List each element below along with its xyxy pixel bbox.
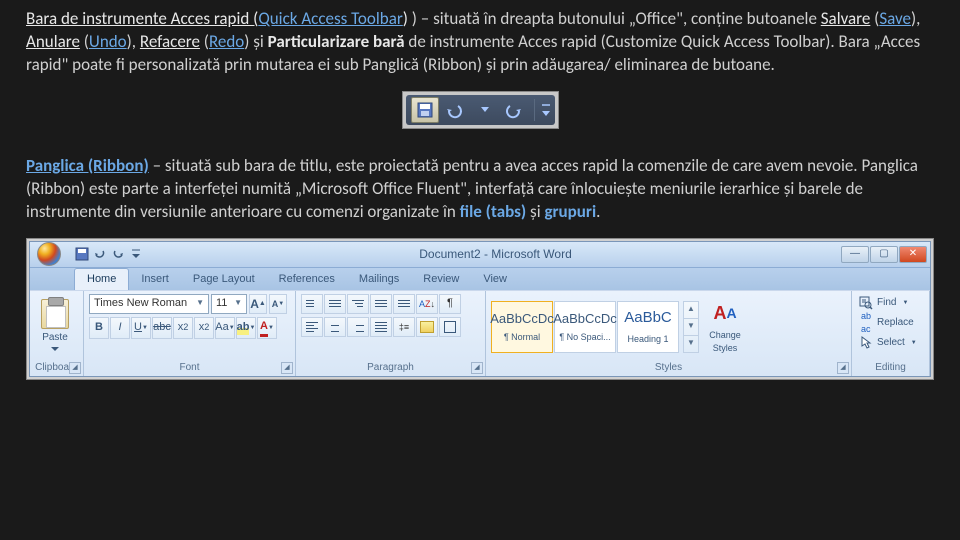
align-center-button[interactable] [324,317,346,337]
mini-undo-icon[interactable] [92,246,108,262]
subscript-button[interactable]: x2 [173,317,193,339]
paste-icon [41,299,69,329]
group-font: Times New Roman▼ 11▼ A▲ A▼ B I U▼ abc x2… [84,291,296,376]
select-icon [859,336,873,350]
borders-button[interactable] [439,317,461,337]
minimize-button[interactable]: — [841,246,869,263]
shading-button[interactable] [416,317,438,337]
chevron-down-icon [51,347,59,352]
font-size-combo[interactable]: 11▼ [211,294,247,314]
sort-button[interactable]: AZ↓ [416,294,438,314]
font-color-button[interactable]: A▼ [257,317,277,339]
style-normal[interactable]: AaBbCcDc¶ Normal [491,301,553,353]
paragraph-dialog-launcher[interactable]: ◢ [471,362,483,374]
change-case-button[interactable]: Aa▼ [215,317,235,339]
close-button[interactable]: ✕ [899,246,927,263]
underline-button[interactable]: U▼ [131,317,151,339]
change-styles-button[interactable]: AA Change Styles [703,299,747,353]
align-left-button[interactable] [301,317,323,337]
grow-font-button[interactable]: A▲ [249,294,267,314]
replace-icon: abac [859,316,873,330]
style-no-spacing[interactable]: AaBbCcDc¶ No Spaci... [554,301,616,353]
shrink-font-button[interactable]: A▼ [269,294,287,314]
group-paragraph: AZ↓ ¶ ‡≡ Paragraph ◢ [296,291,486,376]
strikethrough-button[interactable]: abc [152,317,172,339]
mini-redo-icon[interactable] [110,246,126,262]
tab-page-layout[interactable]: Page Layout [181,269,267,290]
mini-customize-icon[interactable] [128,246,144,262]
mini-save-icon[interactable] [74,246,90,262]
styles-dialog-launcher[interactable]: ◢ [837,362,849,374]
maximize-button[interactable]: ▢ [870,246,898,263]
document-title: Document2 - Microsoft Word [150,246,841,262]
numbering-button[interactable] [324,294,346,314]
qat-save-button[interactable] [411,97,439,123]
clipboard-dialog-launcher[interactable]: ◢ [69,362,81,374]
paragraph-ribbon: Panglica (Ribbon) – situată sub bara de … [26,155,934,224]
ribbon-figure: Document2 - Microsoft Word — ▢ ✕ Home In… [26,238,934,380]
replace-button[interactable]: abacReplace [857,314,924,332]
qat-customize-button[interactable] [534,99,551,121]
paste-button[interactable]: Paste [35,294,75,358]
group-editing: Find▼ abacReplace Select▼ Editing [852,291,930,376]
tab-review[interactable]: Review [411,269,471,290]
find-icon [859,296,873,310]
qat-undo-button[interactable] [441,97,469,123]
select-button[interactable]: Select▼ [857,334,924,352]
font-name-combo[interactable]: Times New Roman▼ [89,294,209,314]
tab-home[interactable]: Home [74,268,129,290]
line-spacing-button[interactable]: ‡≡ [393,317,415,337]
tab-insert[interactable]: Insert [129,269,181,290]
style-heading-1[interactable]: AaBbCHeading 1 [617,301,679,353]
increase-indent-button[interactable] [393,294,415,314]
bold-button[interactable]: B [89,317,109,339]
show-hide-button[interactable]: ¶ [439,294,461,314]
align-right-button[interactable] [347,317,369,337]
qat-undo-dropdown[interactable] [471,97,499,123]
tab-view[interactable]: View [471,269,519,290]
ribbon-tabs: Home Insert Page Layout References Maili… [30,268,930,290]
office-button[interactable] [30,241,68,267]
qat-figure [26,91,934,129]
justify-button[interactable] [370,317,392,337]
bullets-button[interactable] [301,294,323,314]
group-clipboard: Paste Clipboard ◢ [30,291,84,376]
italic-button[interactable]: I [110,317,130,339]
superscript-button[interactable]: x2 [194,317,214,339]
tab-mailings[interactable]: Mailings [347,269,411,290]
tab-references[interactable]: References [267,269,347,290]
highlight-button[interactable]: ab▼ [236,317,256,339]
group-styles: AaBbCcDc¶ Normal AaBbCcDc¶ No Spaci... A… [486,291,852,376]
qat-redo-button[interactable] [501,97,529,123]
find-button[interactable]: Find▼ [857,294,924,312]
multilevel-button[interactable] [347,294,369,314]
title-bar: Document2 - Microsoft Word — ▢ ✕ [30,242,930,268]
font-dialog-launcher[interactable]: ◢ [281,362,293,374]
paragraph-qat: Bara de instrumente Acces rapid (Quick A… [26,8,934,77]
styles-gallery-more[interactable]: ▲▼▼ [683,301,699,353]
change-styles-icon: AA [711,299,739,327]
decrease-indent-button[interactable] [370,294,392,314]
